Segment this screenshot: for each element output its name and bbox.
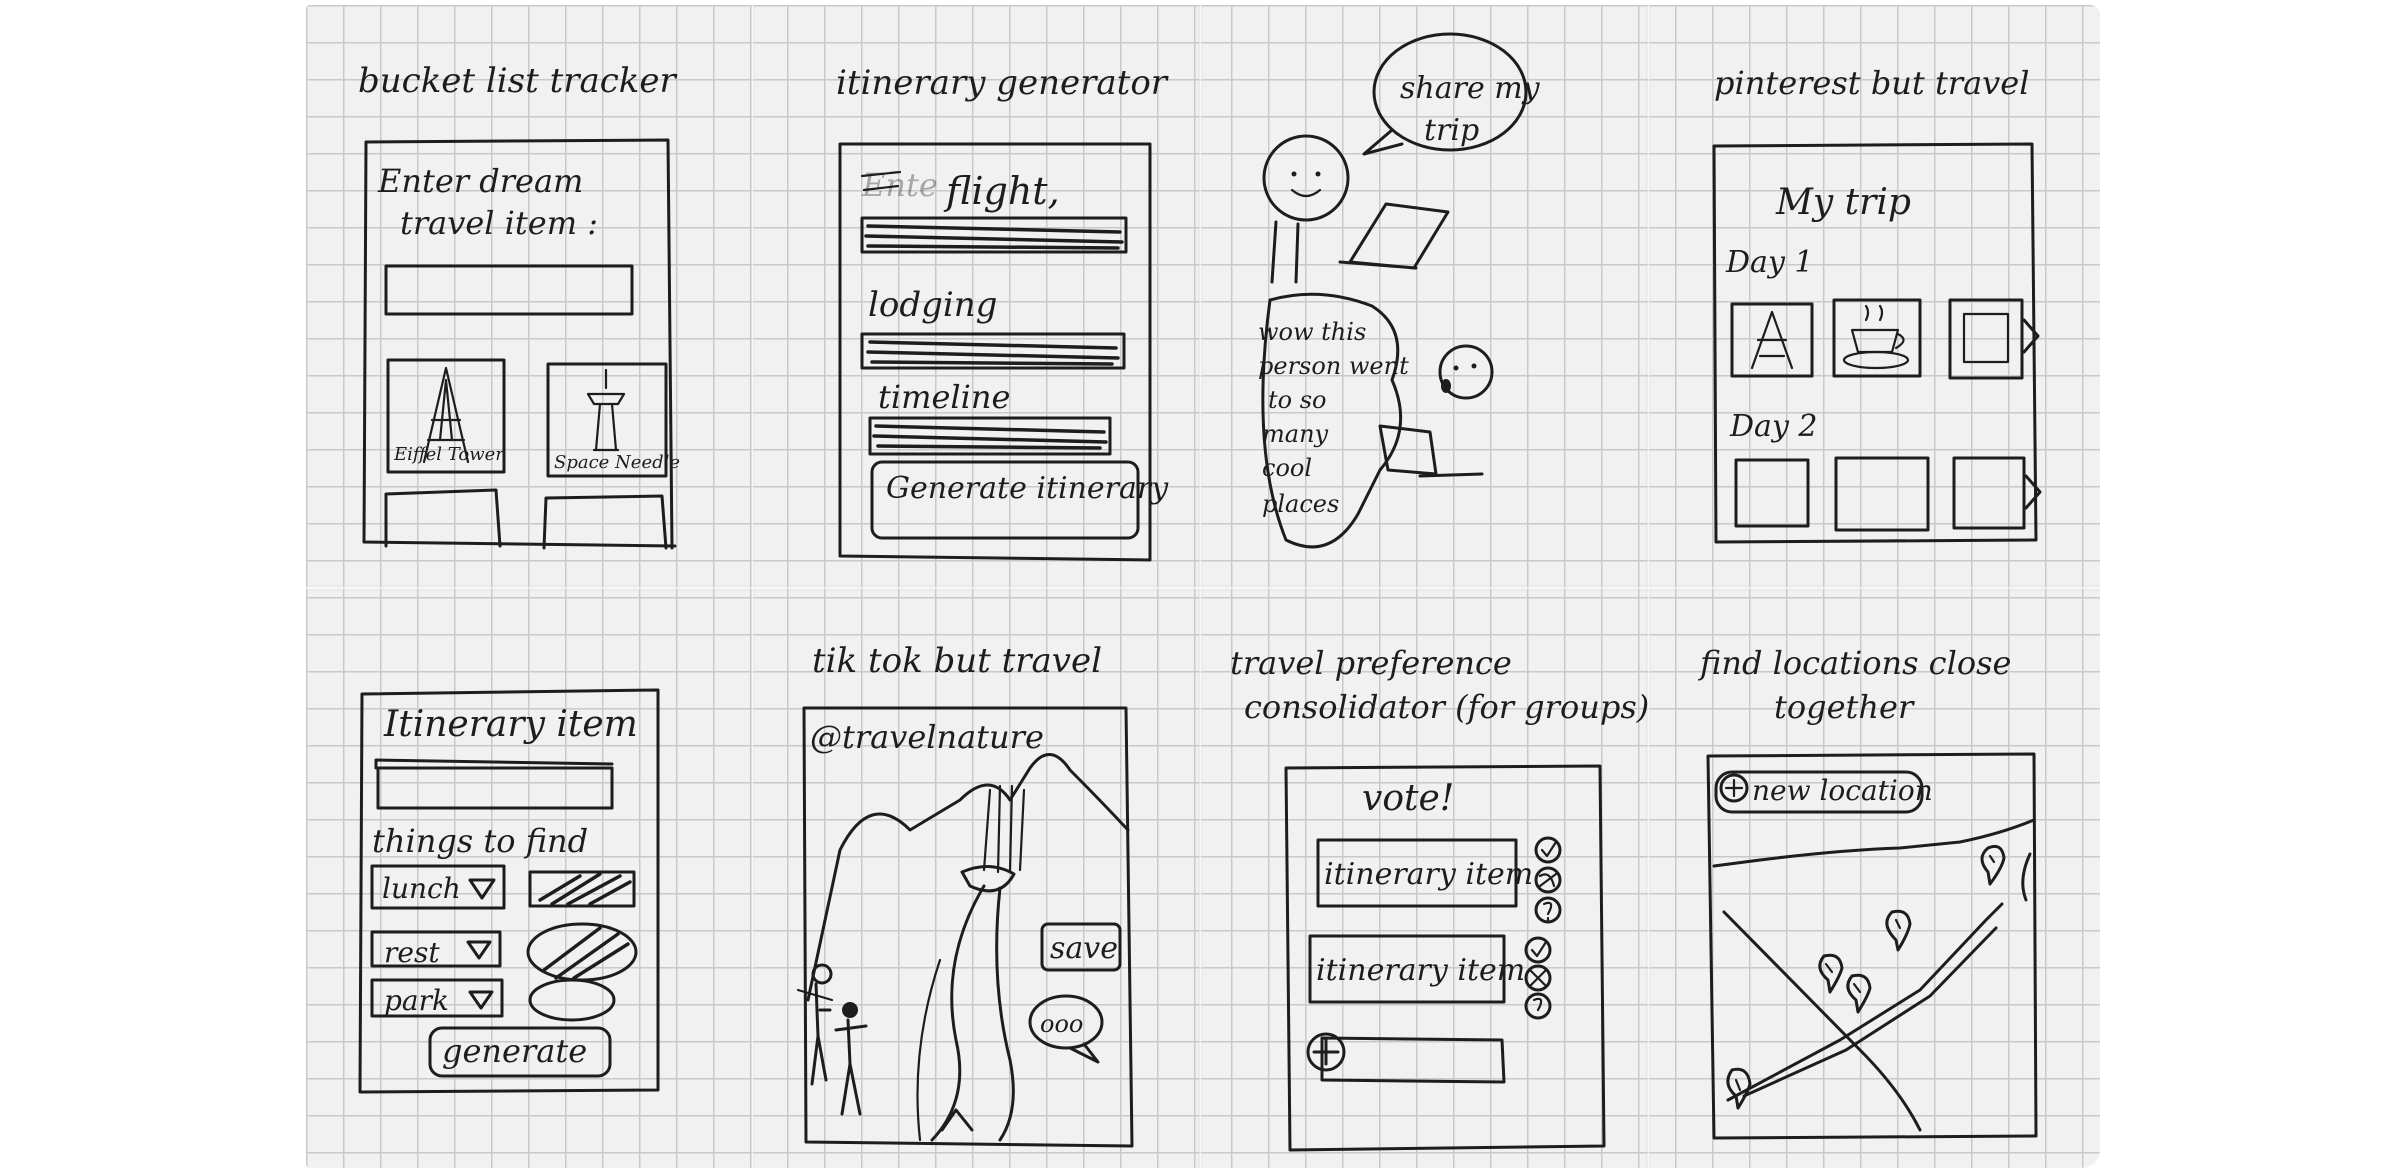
item-label: itinerary item <box>1316 953 1525 988</box>
bubble-text: person went <box>1258 352 1409 380</box>
sketch-canvas: bucket list tracker Enter dream travel i… <box>358 32 2042 1152</box>
picture-frame-icon <box>1962 312 2010 364</box>
button-label: generate <box>442 1032 587 1070</box>
question-icon <box>1532 997 1543 1012</box>
bubble-text: many <box>1262 420 1329 448</box>
bubble-text: wow this <box>1258 318 1366 346</box>
scribbled-icon <box>1538 872 1558 888</box>
day-label: Day 2 <box>1729 409 1818 444</box>
photo-card[interactable] <box>1952 456 2026 530</box>
scribbled-text <box>864 224 1124 250</box>
photo-card[interactable] <box>1834 456 1930 532</box>
add-item-field[interactable] <box>1320 1036 1506 1084</box>
chevron-down-icon <box>468 878 496 900</box>
map-pin-icon[interactable] <box>1846 973 1872 1014</box>
map-pin-icon[interactable] <box>1818 953 1844 994</box>
sketch-title: bucket list tracker <box>358 61 678 101</box>
sketch-pinterest-travel: pinterest but travel My trip Day 1 Day 2 <box>1712 64 2042 544</box>
chevron-down-icon <box>468 990 494 1010</box>
sketch-title: pinterest but travel <box>1714 64 2029 102</box>
field-label: flight, <box>943 169 1060 213</box>
photo-card[interactable] <box>1832 298 1922 378</box>
plus-icon <box>1312 1038 1340 1066</box>
chevron-right-icon[interactable] <box>2024 474 2042 510</box>
sketch-title: itinerary generator <box>836 63 1169 103</box>
bubble-text: trip <box>1424 113 1479 148</box>
scribbled-text <box>866 340 1120 366</box>
sketch-title: travel preference <box>1230 644 1512 682</box>
photo-card[interactable] <box>1948 298 2024 380</box>
person-icon <box>1438 344 1494 400</box>
bubble-text: share my <box>1400 71 1541 106</box>
check-icon <box>1540 840 1558 858</box>
sketch-itinerary-items: Itinerary item things to find lunch rest… <box>358 688 660 1094</box>
sketch-find-locations: find locations close together new locati… <box>1698 644 2038 1140</box>
eiffel-tower-icon <box>1750 310 1794 370</box>
field-label: lodging <box>868 285 997 325</box>
x-icon <box>1528 968 1548 988</box>
field-label: timeline <box>878 378 1010 416</box>
scribbled-text <box>538 872 632 906</box>
check-icon <box>1530 940 1548 958</box>
map-pin-icon[interactable] <box>1980 844 2006 886</box>
question-icon <box>1542 901 1553 922</box>
partial-card <box>542 494 668 550</box>
screen-subheading: things to find <box>372 822 588 860</box>
sketch-title: tik tok but travel <box>812 641 1102 681</box>
item-label: itinerary item <box>1324 857 1533 892</box>
vote-heading: vote! <box>1362 778 1454 819</box>
bubble-text: places <box>1262 490 1339 518</box>
sketch-tiktok-travel: tik tok but travel @travelnature save oo… <box>796 641 1134 1148</box>
screen-heading: Itinerary item <box>383 704 638 745</box>
chevron-down-icon <box>466 940 492 960</box>
scribbled-text <box>542 926 630 980</box>
vote-option[interactable] <box>1524 992 1552 1020</box>
dropdown-label: park <box>384 984 449 1017</box>
account-handle[interactable]: @travelnature <box>810 718 1044 756</box>
button-label: Generate itinerary <box>886 471 1169 506</box>
prompt-text: Enter dream <box>377 162 583 200</box>
bubble-text: cool <box>1262 454 1312 482</box>
chevron-right-icon[interactable] <box>2022 318 2040 354</box>
plus-icon <box>1724 778 1744 798</box>
result-field <box>528 978 616 1022</box>
partial-card <box>384 488 502 548</box>
sketch-title: find locations close <box>1698 644 2011 682</box>
phone-frame <box>362 140 677 548</box>
scribbled-text <box>872 424 1108 450</box>
map-pin-icon[interactable] <box>1885 909 1912 952</box>
prompt-text: travel item : <box>400 204 598 242</box>
sketch-bucket-list-tracker: bucket list tracker Enter dream travel i… <box>358 61 680 550</box>
crossed-out-word: Ente <box>861 166 938 204</box>
day-label: Day 1 <box>1725 245 1814 280</box>
dropdown-label: rest <box>384 936 440 969</box>
laptop-icon <box>1378 424 1484 478</box>
button-label: save <box>1050 931 1118 966</box>
travel-item-input[interactable] <box>384 264 634 316</box>
photo-card[interactable] <box>1734 458 1810 528</box>
trip-heading: My trip <box>1775 182 1911 223</box>
dropdown-label: lunch <box>382 872 461 905</box>
coffee-cup-icon <box>1842 304 1910 370</box>
bubble-text: to so <box>1268 386 1327 414</box>
phone-frame <box>364 138 674 550</box>
space-needle-icon <box>586 368 626 452</box>
sketch-itinerary-generator: itinerary generator Ente flight, lodging… <box>836 63 1169 562</box>
card-label: Eiffel Tower <box>393 444 505 465</box>
sketch-title: together <box>1774 688 1915 726</box>
item-input[interactable] <box>376 766 614 810</box>
person-icon <box>1262 134 1350 284</box>
laptop-icon <box>1338 202 1450 270</box>
sketch-preference-consolidator: travel preference consolidator (for grou… <box>1230 644 1649 1152</box>
sketch-share-trip: share my trip wow this person went to so… <box>1258 32 1541 549</box>
sketch-title: consolidator (for groups) <box>1244 688 1649 726</box>
map-area[interactable] <box>1712 818 2036 1132</box>
comment-label: ooo <box>1040 1010 1083 1038</box>
button-label: new location <box>1752 774 1933 807</box>
card-label: Space Needle <box>554 452 680 473</box>
hikers-icon <box>796 963 868 1116</box>
